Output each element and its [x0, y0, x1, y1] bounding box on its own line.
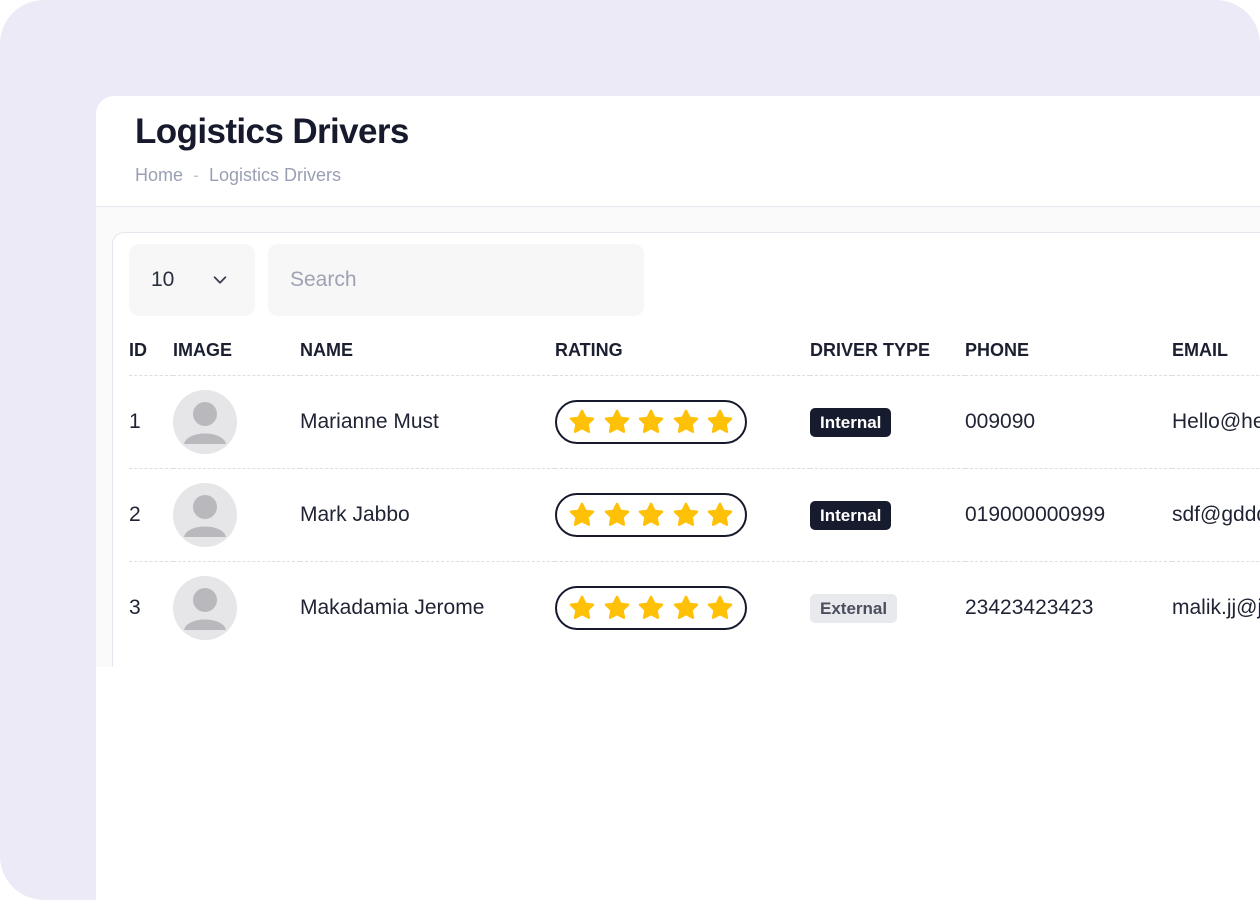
- app-window: Logistics Drivers Home - Logistics Drive…: [96, 96, 1260, 900]
- cell-email: sdf@gddd.com: [1172, 468, 1260, 562]
- cell-rating: [555, 468, 810, 562]
- user-placeholder-icon: [173, 483, 237, 547]
- star-icon: [604, 502, 629, 526]
- user-placeholder-icon: [173, 390, 237, 454]
- star-icon: [638, 502, 664, 526]
- table-row[interactable]: 3 Makadamia Jerome External 23423423423 …: [129, 562, 1260, 655]
- drivers-table: ID IMAGE NAME RATING DRIVER TYPE PHONE E…: [129, 325, 1260, 654]
- cell-name[interactable]: Marianne Must: [300, 375, 555, 469]
- star-icon: [569, 502, 595, 526]
- star-icon: [638, 595, 664, 619]
- star-icon: [673, 502, 698, 526]
- star-icon: [604, 409, 629, 433]
- cell-rating: [555, 562, 810, 655]
- cell-image: [173, 375, 300, 469]
- star-icon: [638, 409, 664, 433]
- page-header: Logistics Drivers Home - Logistics Drive…: [96, 96, 1260, 207]
- cell-driver-type: Internal: [810, 468, 965, 562]
- cell-image: [173, 562, 300, 655]
- chevron-down-icon: [213, 276, 227, 284]
- cell-id: 2: [129, 468, 173, 562]
- cell-rating: [555, 375, 810, 469]
- driver-type-badge: Internal: [810, 500, 892, 530]
- rating-badge: [555, 586, 747, 630]
- cell-name[interactable]: Mark Jabbo: [300, 468, 555, 562]
- user-placeholder-icon: [173, 576, 237, 640]
- table-row[interactable]: 1 Marianne Must Internal 009090 Hello@h: [129, 375, 1260, 469]
- column-header-phone[interactable]: PHONE: [965, 325, 1172, 376]
- star-icon: [673, 409, 698, 433]
- star-icon: [707, 502, 733, 526]
- driver-type-badge: External: [810, 593, 898, 623]
- cell-driver-type: Internal: [810, 375, 965, 469]
- column-header-image[interactable]: IMAGE: [173, 325, 300, 376]
- cell-name[interactable]: Makadamia Jerome: [300, 562, 555, 655]
- table-toolbar: 10: [129, 244, 644, 316]
- empty-area: [96, 667, 1260, 900]
- search-input[interactable]: [268, 244, 644, 316]
- breadcrumb: Home - Logistics Drivers: [135, 165, 1260, 186]
- column-header-email[interactable]: EMAIL: [1172, 325, 1260, 376]
- star-icon: [569, 409, 595, 433]
- app-frame: Logistics Drivers Home - Logistics Drive…: [0, 0, 1260, 900]
- rating-badge: [555, 400, 747, 444]
- content-area: 10 Search ID IMAGE NAME RATING DRIVER TY…: [96, 207, 1260, 704]
- cell-email: malik.jj@jj.com: [1172, 596, 1260, 619]
- page-title: Logistics Drivers: [135, 112, 409, 151]
- cell-phone: 009090: [965, 375, 1172, 469]
- driver-type-badge: Internal: [810, 407, 892, 437]
- column-header-name[interactable]: NAME: [300, 325, 555, 376]
- column-header-rating[interactable]: RATING: [555, 325, 810, 376]
- table-row[interactable]: 2 Mark Jabbo Internal 019000000999 sdf@g…: [129, 468, 1260, 562]
- breadcrumb-home[interactable]: Home: [135, 165, 183, 186]
- rating-badge: [555, 493, 747, 537]
- column-header-id[interactable]: ID: [129, 325, 173, 376]
- cell-email: Hello@hello.com: [1172, 375, 1260, 469]
- star-icon: [569, 595, 595, 619]
- page-size-value: 10: [151, 268, 175, 291]
- breadcrumb-current: Logistics Drivers: [209, 165, 342, 185]
- cell-driver-type: External: [810, 562, 965, 655]
- column-header-driver-type[interactable]: DRIVER TYPE: [810, 325, 965, 376]
- drivers-table-card: 10 Search ID IMAGE NAME RATING DRIVER TY…: [112, 232, 1260, 704]
- star-icon: [707, 595, 733, 619]
- star-icon: [604, 595, 629, 619]
- cell-id: 1: [129, 375, 173, 469]
- cell-id: 3: [129, 596, 141, 619]
- cell-image: [173, 468, 300, 562]
- star-icon: [673, 595, 698, 619]
- star-icon: [707, 409, 733, 433]
- cell-phone: 23423423423: [965, 596, 1094, 619]
- page-size-select[interactable]: 10: [129, 244, 255, 316]
- table-header-row: ID IMAGE NAME RATING DRIVER TYPE PHONE E…: [129, 325, 1260, 376]
- cell-phone: 019000000999: [965, 468, 1172, 562]
- breadcrumb-separator: -: [193, 165, 200, 185]
